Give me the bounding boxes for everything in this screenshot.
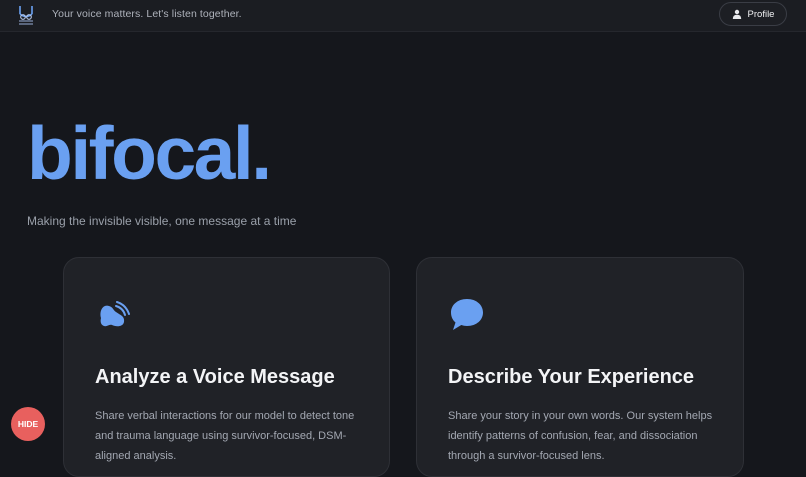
speech-bubble-icon — [451, 299, 483, 330]
top-bar: Your voice matters. Let's listen togethe… — [0, 0, 806, 32]
bifocal-logo-icon[interactable] — [15, 4, 37, 26]
profile-button[interactable]: Profile — [719, 2, 787, 26]
profile-label: Profile — [747, 8, 775, 20]
card-title: Describe Your Experience — [448, 366, 695, 388]
card-title: Analyze a Voice Message — [95, 366, 335, 388]
describe-experience-card[interactable]: Describe Your Experience Share your stor… — [416, 257, 744, 477]
card-description: Share verbal interactions for our model … — [95, 410, 355, 462]
voice-wave-icon — [100, 301, 130, 327]
brand-title: bifocal. — [27, 111, 272, 195]
header-tagline: Your voice matters. Let's listen togethe… — [52, 8, 242, 20]
user-icon — [732, 9, 741, 19]
card-description: Share your story in your own words. Our … — [448, 410, 713, 462]
hero-subtitle: Making the invisible visible, one messag… — [27, 214, 297, 228]
analyze-voice-card[interactable]: Analyze a Voice Message Share verbal int… — [63, 257, 390, 477]
hide-button[interactable]: HIDE — [11, 407, 45, 441]
